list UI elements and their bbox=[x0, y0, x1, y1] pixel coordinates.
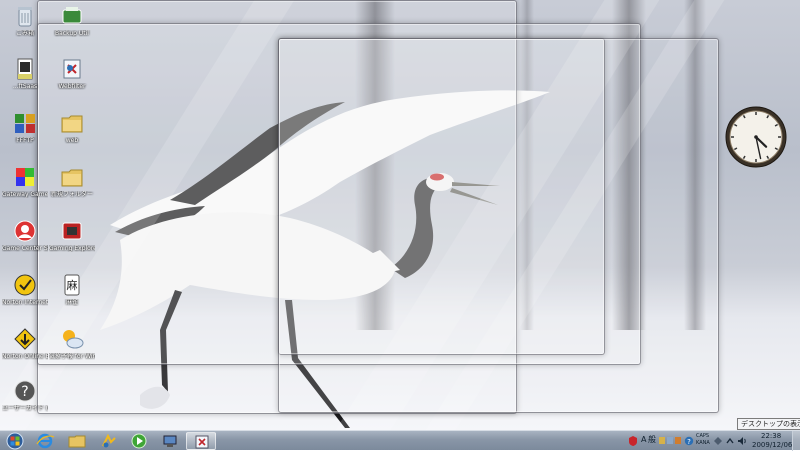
flash-app-icon bbox=[195, 435, 209, 449]
mahjong-icon[interactable]: 麻 麻雀 bbox=[49, 272, 95, 324]
game-center-icon[interactable]: Game Center Start... bbox=[2, 218, 48, 270]
webfilter-icon bbox=[63, 59, 81, 79]
pdf-app-icon bbox=[17, 58, 33, 80]
user-guide-icon: ? bbox=[14, 380, 36, 402]
gaming-explorer-icon bbox=[62, 222, 82, 240]
peek-window-4[interactable] bbox=[278, 38, 719, 413]
svg-text:?: ? bbox=[687, 438, 691, 446]
pdf-app-icon[interactable]: ...ftSaas bbox=[2, 56, 48, 108]
ime-tools-icon[interactable] bbox=[659, 436, 683, 446]
taskbar: A 般 ? CAPS KANA 22:38 2009/12/06 bbox=[0, 430, 800, 451]
web-folder-icon bbox=[61, 115, 83, 133]
icon-label: 気象予報 for Windows bbox=[49, 353, 95, 360]
webfilter-icon[interactable]: Webfilter bbox=[49, 56, 95, 108]
recycle-bin-icon bbox=[18, 7, 32, 27]
folder-icon[interactable]: 新規フォルダー bbox=[49, 164, 95, 216]
recycle-bin-icon[interactable]: ごみ箱 bbox=[2, 3, 48, 55]
windows-start-icon bbox=[6, 432, 24, 450]
icon-label: ごみ箱 bbox=[15, 30, 34, 37]
norton-backup-icon bbox=[14, 328, 36, 350]
show-hidden-icons-icon[interactable] bbox=[725, 436, 735, 446]
tray-time[interactable]: 22:38 bbox=[761, 432, 781, 440]
icon-label: Norton Online Backup bbox=[2, 353, 48, 360]
norton-backup-icon[interactable]: Norton Online Backup bbox=[2, 326, 48, 378]
icon-label: Gaming Explorer bbox=[49, 245, 95, 252]
media-player-icon bbox=[131, 433, 147, 449]
taskbar-media-player-button[interactable] bbox=[124, 432, 154, 450]
taskbar-winamp-button[interactable] bbox=[94, 432, 124, 450]
show-desktop-button[interactable] bbox=[792, 431, 800, 451]
ffftp-icon[interactable]: FFFTP bbox=[2, 110, 48, 162]
icon-label: FFFTP bbox=[16, 137, 34, 144]
kana-indicator: KANA bbox=[696, 440, 710, 446]
gaming-explorer-icon[interactable]: Gaming Explorer bbox=[49, 218, 95, 270]
icon-label: web bbox=[65, 137, 79, 144]
gateway-game-icon[interactable]: Gateway Game Co... bbox=[2, 164, 48, 216]
ie-icon bbox=[36, 433, 55, 449]
norton-security-icon[interactable]: Norton Internet Security bbox=[2, 272, 48, 324]
icon-label: Webfilter bbox=[58, 83, 86, 90]
ime-options-icon[interactable] bbox=[713, 436, 723, 446]
web-folder-icon[interactable]: web bbox=[49, 110, 95, 162]
weather-icon[interactable]: 気象予報 for Windows bbox=[49, 326, 95, 378]
icon-label: ユーザーガイド (Gateway ... bbox=[2, 405, 48, 412]
winamp-icon bbox=[102, 433, 116, 448]
mahjong-icon: 麻 bbox=[64, 274, 80, 296]
explorer-icon bbox=[68, 435, 86, 448]
volume-icon[interactable] bbox=[737, 436, 747, 446]
clock-face-icon bbox=[725, 106, 787, 168]
tray-date[interactable]: 2009/12/06 bbox=[752, 441, 792, 449]
ffftp-icon bbox=[15, 114, 35, 133]
icon-label: Game Center Start... bbox=[2, 245, 48, 252]
ime-mode-label[interactable]: 般 bbox=[648, 435, 656, 445]
network-icon bbox=[163, 435, 177, 447]
desktop-background[interactable]: ごみ箱 Backup Util ...ftSaas Webfilter FFFT… bbox=[0, 0, 800, 430]
icon-label: Gateway Game Co... bbox=[2, 191, 48, 198]
backup-util-icon[interactable]: Backup Util bbox=[49, 3, 95, 55]
caps-indicator: CAPS bbox=[696, 433, 710, 439]
backup-util-icon bbox=[62, 7, 82, 24]
ime-language-label[interactable]: A bbox=[641, 435, 646, 445]
security-shield-icon bbox=[629, 436, 637, 446]
taskbar-explorer-button[interactable] bbox=[62, 432, 92, 450]
show-desktop-tooltip: デスクトップの表示 bbox=[737, 418, 800, 430]
game-center-icon bbox=[14, 220, 36, 242]
start-button[interactable] bbox=[4, 432, 26, 450]
gateway-game-icon bbox=[16, 168, 34, 186]
icon-label: Norton Internet Security bbox=[2, 299, 48, 306]
taskbar-ie-button[interactable] bbox=[30, 432, 60, 450]
taskbar-network-button[interactable] bbox=[155, 432, 185, 450]
icon-label: 新規フォルダー bbox=[50, 191, 93, 198]
svg-text:?: ? bbox=[21, 384, 28, 400]
user-guide-icon[interactable]: ? ユーザーガイド (Gateway ... bbox=[2, 378, 48, 430]
clock-gadget[interactable] bbox=[724, 105, 788, 169]
svg-text:麻: 麻 bbox=[67, 278, 78, 292]
icon-label: Backup Util bbox=[55, 30, 89, 37]
help-icon[interactable]: ? bbox=[684, 436, 694, 446]
norton-security-icon bbox=[14, 274, 36, 296]
icon-label: 麻雀 bbox=[65, 299, 78, 306]
weather-icon bbox=[63, 330, 84, 349]
icon-label: ...ftSaas bbox=[12, 83, 38, 90]
folder-icon bbox=[61, 169, 83, 187]
taskbar-flash-app-button[interactable] bbox=[186, 432, 216, 450]
